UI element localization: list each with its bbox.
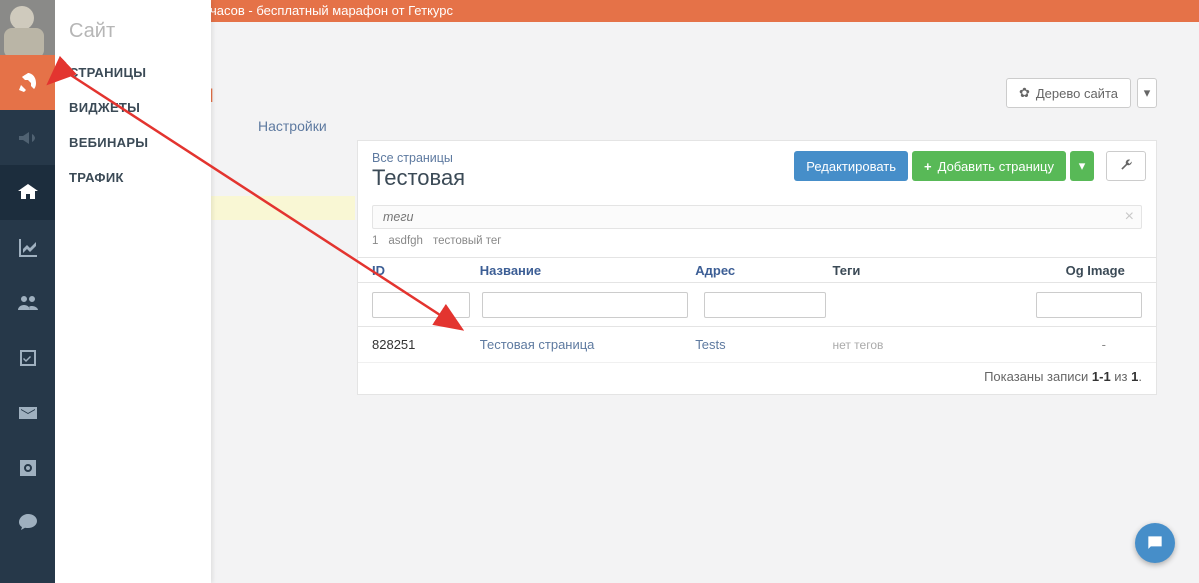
site-submenu: Сайт СТРАНИЦЫ ВИДЖЕТЫ ВЕБИНАРЫ ТРАФИК — [55, 0, 211, 583]
col-addr[interactable]: Адрес — [695, 263, 832, 278]
filter-row — [358, 283, 1156, 327]
submenu-webinars[interactable]: ВЕБИНАРЫ — [55, 125, 211, 160]
tag-chip[interactable]: asdfgh — [388, 235, 423, 247]
rail-site[interactable] — [0, 165, 55, 220]
chevron-down-icon: ▾ — [1079, 158, 1086, 174]
rail-mail[interactable] — [0, 385, 55, 440]
submenu-pages[interactable]: СТРАНИЦЫ — [55, 55, 211, 90]
tab-settings[interactable]: Настройки — [258, 118, 327, 134]
edit-button[interactable]: Редактировать — [794, 151, 908, 181]
tags-search-input[interactable] — [372, 205, 1142, 229]
rail-settings-box[interactable] — [0, 440, 55, 495]
rail-chart[interactable] — [0, 220, 55, 275]
chevron-down-icon: ▾ — [1144, 85, 1151, 101]
top-right-buttons: ✿ Дерево сайта ▾ — [1006, 78, 1157, 108]
wrench-icon — [1119, 158, 1133, 175]
rail-megaphone[interactable] — [0, 110, 55, 165]
wrench-button[interactable] — [1106, 151, 1146, 181]
chat-fab[interactable] — [1135, 523, 1175, 563]
row-tags: нет тегов — [832, 338, 1065, 352]
row-og: - — [1066, 337, 1142, 352]
main-content: .ru е сайтом Настройки ✿ Дерево сайта ▾ … — [55, 22, 1199, 583]
rail-rocket[interactable] — [0, 55, 55, 110]
pager: Показаны записи 1-1 из 1. — [358, 363, 1156, 390]
rail-chat[interactable] — [0, 495, 55, 550]
pages-card: Все страницы Тестовая Редактировать + До… — [357, 140, 1157, 395]
tag-chip[interactable]: тестовый тег — [433, 235, 502, 247]
row-addr-link[interactable]: Tests — [695, 337, 832, 352]
filter-addr-input[interactable] — [704, 292, 826, 318]
pager-prefix: Показаны записи — [984, 369, 1092, 384]
rail-users[interactable] — [0, 275, 55, 330]
icon-rail — [0, 0, 55, 583]
table-header: ID Название Адрес Теги Og Image — [358, 257, 1156, 283]
submenu-traffic[interactable]: ТРАФИК — [55, 160, 211, 195]
add-page-button[interactable]: + Добавить страницу — [912, 151, 1066, 181]
col-og: Og Image — [1066, 263, 1142, 278]
table-row[interactable]: 828251 Тестовая страница Tests нет тегов… — [358, 327, 1156, 363]
tag-chips: 1 asdfgh тестовый тег — [358, 229, 1156, 257]
site-tree-dropdown[interactable]: ▾ — [1137, 78, 1157, 108]
pager-of: из — [1111, 369, 1131, 384]
gear-icon: ✿ — [1019, 85, 1030, 101]
add-page-label: Добавить страницу — [938, 159, 1054, 174]
submenu-widgets[interactable]: ВИДЖЕТЫ — [55, 90, 211, 125]
submenu-title: Сайт — [55, 14, 211, 55]
pager-range: 1-1 — [1092, 369, 1111, 384]
add-page-dropdown[interactable]: ▾ — [1070, 151, 1094, 181]
site-tree-button[interactable]: ✿ Дерево сайта — [1006, 78, 1131, 108]
row-name-link[interactable]: Тестовая страница — [480, 337, 696, 352]
row-id: 828251 — [372, 337, 480, 352]
pager-suffix: . — [1138, 369, 1142, 384]
promo-text: часов - бесплатный марафон от Геткурс — [210, 3, 453, 18]
rail-tasks[interactable] — [0, 330, 55, 385]
tag-chip[interactable]: 1 — [372, 235, 378, 247]
filter-og-input[interactable] — [1036, 292, 1142, 318]
filter-name-input[interactable] — [482, 292, 688, 318]
plus-icon: + — [924, 159, 932, 174]
col-tags: Теги — [832, 263, 1065, 278]
col-name[interactable]: Название — [480, 263, 696, 278]
avatar[interactable] — [0, 0, 55, 55]
col-id[interactable]: ID — [372, 263, 480, 278]
clear-search-icon[interactable]: × — [1125, 208, 1134, 226]
site-tree-label: Дерево сайта — [1036, 86, 1118, 101]
chat-icon — [1145, 533, 1165, 553]
filter-id-input[interactable] — [372, 292, 470, 318]
